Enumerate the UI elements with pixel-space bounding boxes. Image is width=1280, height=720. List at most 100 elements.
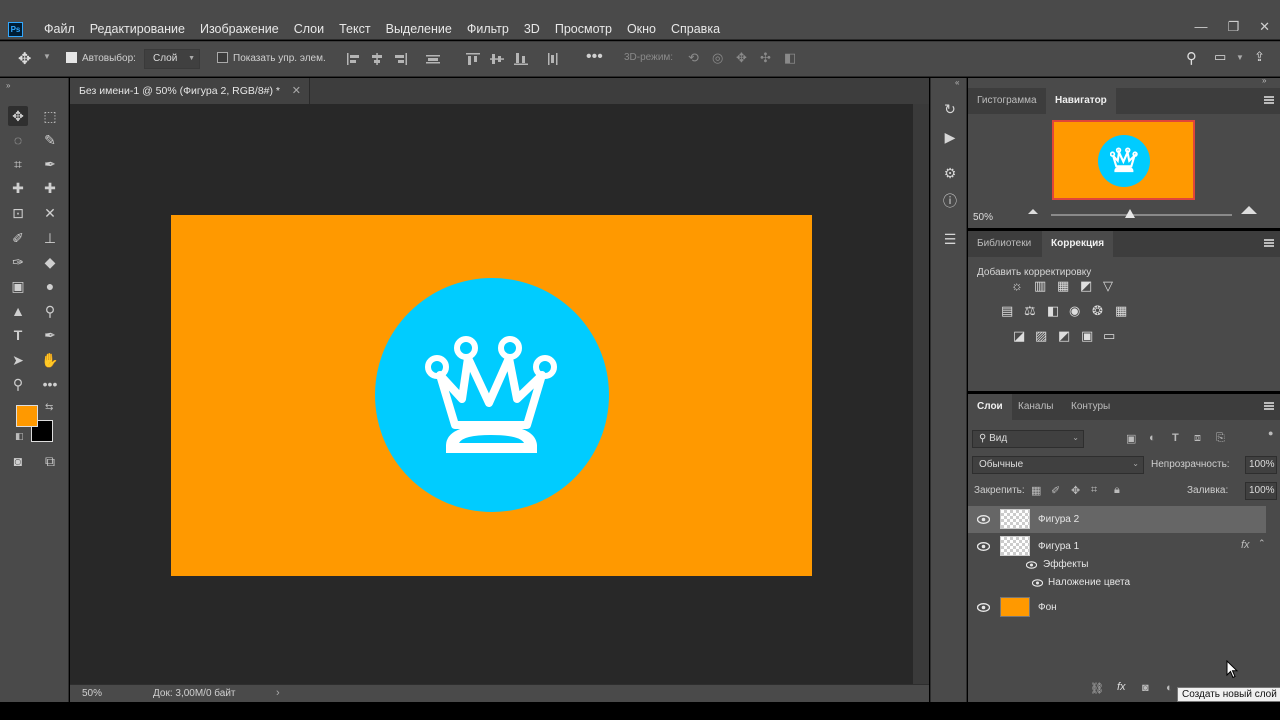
chevron-down-icon[interactable]: ▼ — [43, 52, 51, 61]
info-panel-icon[interactable]: ⓘ — [939, 190, 961, 212]
vibrance-icon[interactable]: ▽ — [1103, 278, 1113, 294]
collapse-arrows-icon[interactable]: » — [6, 81, 10, 90]
fill-field[interactable]: 100% — [1245, 482, 1277, 500]
document-tab[interactable]: Без имени-1 @ 50% (Фигура 2, RGB/8#) * ✕ — [70, 78, 310, 104]
lock-all-icon[interactable]: 🔒︎ — [1114, 484, 1120, 497]
eraser-tool-icon[interactable]: ◆ — [40, 252, 60, 272]
eyedropper-tool-icon[interactable]: ✒ — [40, 154, 60, 174]
layer-effects-badge[interactable]: fx — [1241, 539, 1250, 551]
history-brush-icon[interactable]: ✑ — [8, 252, 28, 272]
blur-tool-icon[interactable]: ● — [40, 276, 60, 296]
3d-scale-icon[interactable]: ◧ — [784, 50, 796, 66]
content-aware-move-icon[interactable]: ✕ — [40, 203, 60, 223]
menu-select[interactable]: Выделение — [386, 22, 452, 36]
tab-channels[interactable]: Каналы — [1009, 394, 1063, 420]
path-select-tool-icon[interactable]: ➤ — [8, 350, 28, 370]
hue-saturation-icon[interactable]: ▤ — [1001, 303, 1013, 319]
layer-row-figure-2[interactable]: Фигура 2 — [968, 506, 1266, 533]
crop-tool-icon[interactable]: ⌗ — [8, 154, 28, 174]
marquee-tool-icon[interactable]: ⬚ — [40, 106, 60, 126]
history-panel-icon[interactable]: ↻ — [939, 98, 961, 120]
levels-icon[interactable]: ▥ — [1034, 278, 1046, 294]
menu-type[interactable]: Текст — [339, 22, 370, 36]
color-lookup-icon[interactable]: ▦ — [1115, 303, 1127, 319]
panel-menu-icon[interactable] — [1264, 96, 1274, 104]
lock-position-icon[interactable]: ✥ — [1071, 484, 1080, 497]
autoselect-target-select[interactable]: Слой ▼ — [144, 49, 200, 69]
lock-image-icon[interactable]: ✐ — [1051, 484, 1060, 497]
screen-mode-icon[interactable]: ⧉ — [40, 451, 60, 471]
share-icon[interactable]: ⇪ — [1254, 49, 1265, 65]
vertical-scrollbar[interactable] — [913, 104, 929, 684]
tab-libraries[interactable]: Библиотеки — [968, 231, 1040, 257]
foreground-color-swatch[interactable] — [16, 405, 38, 427]
exposure-icon[interactable]: ◩ — [1080, 278, 1092, 294]
3d-roll-icon[interactable]: ◎ — [712, 50, 723, 66]
selective-color-icon[interactable]: ▣ — [1081, 328, 1093, 344]
tab-histogram[interactable]: Гистограмма — [968, 88, 1046, 114]
menu-image[interactable]: Изображение — [200, 22, 279, 36]
swap-colors-icon[interactable]: ⇆ — [45, 402, 53, 413]
adjustment-layer-icon[interactable]: ◐ — [1166, 682, 1173, 694]
pen-tool-icon[interactable]: ✒ — [40, 325, 60, 345]
align-bottom-icon[interactable] — [514, 53, 528, 65]
layer-name[interactable]: Фигура 2 — [1038, 514, 1079, 525]
type-tool-icon[interactable]: T — [8, 325, 28, 345]
frame-tool-icon[interactable]: ⊡ — [8, 203, 28, 223]
status-menu-arrow[interactable]: › — [276, 687, 280, 699]
tab-navigator[interactable]: Навигатор — [1046, 88, 1116, 114]
posterize-icon[interactable]: ▨ — [1035, 328, 1047, 344]
healing-brush-icon[interactable]: ✚ — [8, 178, 28, 198]
channel-mixer-icon[interactable]: ❂ — [1092, 303, 1103, 319]
invert-icon[interactable]: ◪ — [1013, 328, 1025, 344]
show-transform-checkbox[interactable]: Показать упр. элем. — [217, 52, 326, 64]
align-top-icon[interactable] — [466, 53, 480, 65]
filter-shape-icon[interactable]: ⧈ — [1194, 432, 1201, 445]
zoom-out-icon[interactable] — [1028, 209, 1038, 214]
autoselect-checkbox[interactable]: Автовыбор: — [66, 52, 136, 64]
chevron-up-icon[interactable]: ⌃ — [1258, 538, 1266, 549]
actions-panel-icon[interactable]: ▶ — [939, 126, 961, 148]
brush-tool-icon[interactable]: ✐ — [8, 228, 28, 248]
align-middle-icon[interactable] — [490, 53, 504, 65]
eye-icon[interactable] — [977, 603, 990, 612]
navigator-preview[interactable] — [1052, 120, 1195, 200]
filter-smart-object-icon[interactable]: ⎘ — [1216, 432, 1225, 445]
lock-transparent-icon[interactable]: ▦ — [1031, 484, 1041, 497]
panel-menu-icon[interactable] — [1264, 402, 1274, 410]
zoom-slider-knob[interactable] — [1125, 209, 1135, 218]
tab-paths[interactable]: Контуры — [1062, 394, 1119, 420]
minimize-icon[interactable]: — — [1194, 19, 1207, 35]
tab-adjustments[interactable]: Коррекция — [1042, 231, 1114, 257]
dodge-tool-icon[interactable]: ⚲ — [40, 301, 60, 321]
filter-toggle-icon[interactable]: ● — [1268, 428, 1273, 438]
distribute-vertical-icon[interactable] — [546, 53, 560, 65]
move-tool-preset-icon[interactable]: ✥ — [18, 49, 31, 69]
lock-artboard-icon[interactable]: ⌗ — [1091, 484, 1097, 497]
threshold-icon[interactable]: ◩ — [1058, 328, 1070, 344]
default-colors-icon[interactable]: ◧ — [15, 431, 24, 442]
color-overlay-effect-row[interactable]: Наложение цвета — [968, 574, 1266, 592]
photo-filter-icon[interactable]: ◉ — [1069, 303, 1080, 319]
link-layers-icon[interactable]: ⛓ — [1090, 682, 1104, 695]
align-right-icon[interactable] — [394, 53, 408, 65]
menu-layers[interactable]: Слои — [294, 22, 324, 36]
navigator-zoom-value[interactable]: 50% — [973, 212, 993, 223]
distribute-horizontal-icon[interactable] — [426, 53, 440, 65]
search-icon[interactable]: ⚲ — [1186, 49, 1197, 67]
eye-icon[interactable] — [1032, 579, 1043, 587]
eye-icon[interactable] — [1026, 561, 1037, 569]
more-options-icon[interactable]: ••• — [586, 48, 603, 66]
zoom-in-icon[interactable] — [1241, 206, 1257, 214]
navigator-zoom-slider[interactable] — [1051, 209, 1232, 218]
more-tools-icon[interactable]: ••• — [40, 374, 60, 394]
menu-window[interactable]: Окно — [627, 22, 656, 36]
workspace-icon[interactable]: ▭ — [1214, 49, 1226, 65]
add-mask-icon[interactable]: ◙ — [1142, 682, 1149, 694]
3d-slide-icon[interactable]: ✣ — [760, 50, 771, 66]
patch-tool-icon[interactable]: ✚ — [40, 178, 60, 198]
chevron-down-icon[interactable]: ▼ — [1236, 53, 1244, 62]
lasso-tool-icon[interactable]: ◌ — [8, 130, 28, 150]
align-center-icon[interactable] — [370, 53, 384, 65]
fx-icon[interactable]: fx — [1117, 681, 1126, 693]
